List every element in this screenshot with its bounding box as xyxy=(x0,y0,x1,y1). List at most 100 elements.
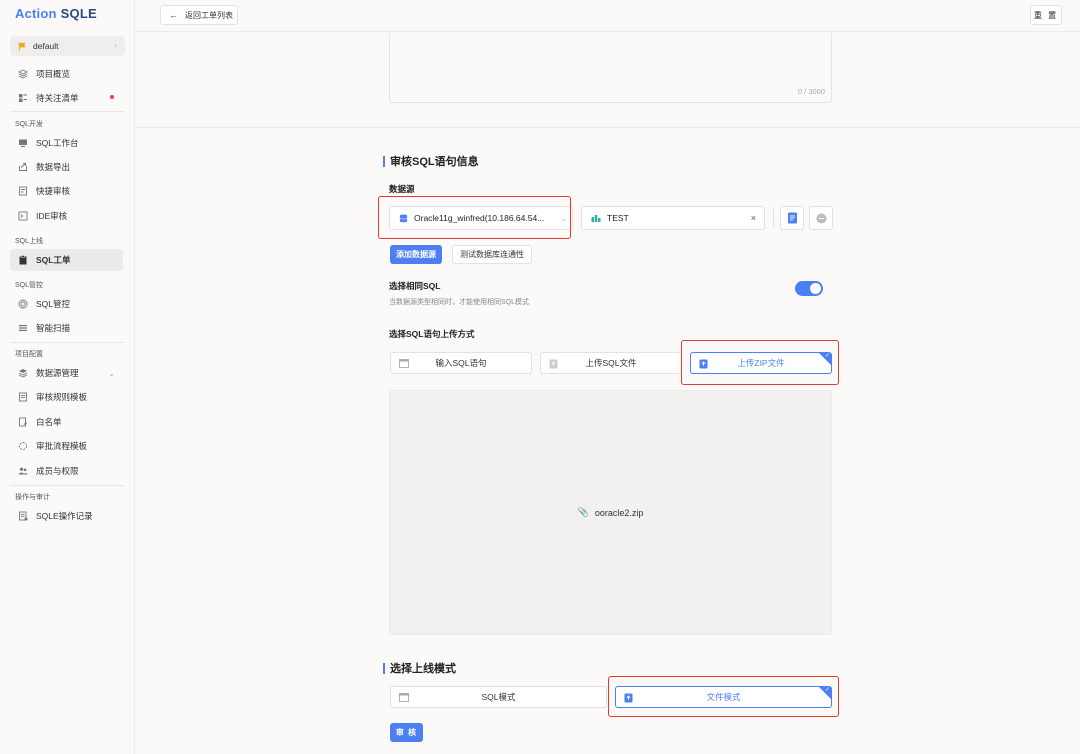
section-label-ops-audit: 操作与审计 xyxy=(15,494,50,501)
target-icon xyxy=(18,299,28,309)
sidebar-item-operation-log[interactable]: SQLE操作记录 xyxy=(10,505,123,527)
file-upload-dropzone[interactable]: 📎 ooracle2.zip xyxy=(389,390,832,635)
upload-method-input-sql[interactable]: 输入SQL语句 xyxy=(390,352,532,374)
mode-section-title-text: 选择上线模式 xyxy=(390,663,456,675)
upload-method-label-text: 上传SQL文件 xyxy=(585,358,637,368)
sidebar-item-sql-workbench[interactable]: SQL工作台 xyxy=(10,132,123,154)
sidebar-item-overview[interactable]: 项目概览 xyxy=(10,63,123,85)
test-connectivity-button[interactable]: 测试数据库连通性 xyxy=(452,245,532,264)
mode-sql[interactable]: SQL模式 xyxy=(390,686,607,708)
datasource-label: 数据源 xyxy=(389,184,415,194)
project-selector[interactable]: default › xyxy=(10,36,125,56)
arrow-left-icon: ← xyxy=(169,10,178,20)
sidebar-item-rule-templates[interactable]: 审核规则模板 xyxy=(10,386,123,408)
quick-audit-icon xyxy=(18,186,28,196)
schema-value: TEST xyxy=(607,213,629,223)
top-bar: ← 返回工单列表 重 置 xyxy=(136,0,1080,32)
remove-datasource-button[interactable] xyxy=(809,206,833,230)
sidebar-item-sql-ticket[interactable]: SQL工单 xyxy=(10,249,123,271)
uploaded-file-name[interactable]: ooracle2.zip xyxy=(595,508,644,518)
sidebar-item-label: 白名单 xyxy=(36,417,62,427)
description-textarea[interactable]: 0 / 3000 xyxy=(389,33,832,103)
check-icon: ✓ xyxy=(824,687,830,693)
back-to-ticket-list-button[interactable]: ← 返回工单列表 xyxy=(160,5,238,25)
file-upload-icon xyxy=(549,359,558,369)
upload-method-sql-file[interactable]: 上传SQL文件 xyxy=(540,352,682,374)
sidebar-item-label: 数据源管理 xyxy=(36,368,79,378)
input-icon xyxy=(399,359,409,368)
members-icon xyxy=(18,466,28,476)
sidebar-divider xyxy=(10,342,125,343)
export-icon xyxy=(18,162,28,172)
notification-dot xyxy=(110,95,114,99)
flow-icon xyxy=(18,441,28,451)
sidebar-item-data-export[interactable]: 数据导出 xyxy=(10,156,123,178)
section-divider xyxy=(136,127,1080,128)
title-accent-bar xyxy=(383,662,385,674)
monitor-icon xyxy=(18,138,28,148)
sidebar-item-label: 待关注清单 xyxy=(36,93,79,103)
section-label-sql-dev: SQL开发 xyxy=(15,121,44,128)
minus-circle-icon xyxy=(816,213,826,223)
logo-text-action: Action xyxy=(15,6,57,21)
audit-section-title-text: 审核SQL语句信息 xyxy=(390,156,479,168)
sidebar-item-label: 项目概览 xyxy=(36,69,71,79)
app-logo[interactable]: Action SQLE xyxy=(15,6,97,21)
flag-icon xyxy=(18,41,26,51)
datasource-select[interactable]: Oracle11g_winfred(10.186.64.54... ⌄ xyxy=(389,206,573,230)
clear-icon[interactable]: × xyxy=(751,213,756,223)
sidebar-item-datasource-management[interactable]: 数据源管理 ⌄ xyxy=(10,362,123,384)
zip-upload-icon xyxy=(699,359,708,369)
reset-button[interactable]: 重 置 xyxy=(1030,5,1062,25)
chevron-down-icon: ⌄ xyxy=(560,213,567,223)
sidebar-divider xyxy=(10,111,125,112)
section-label-sql-control: SQL管控 xyxy=(15,282,44,289)
log-icon xyxy=(18,511,28,521)
paperclip-icon: 📎 xyxy=(577,507,589,517)
sidebar-item-approval-flow[interactable]: 审批流程模板 xyxy=(10,435,123,457)
schema-select[interactable]: TEST × xyxy=(581,206,765,230)
section-label-project-config: 项目配置 xyxy=(15,351,43,358)
sidebar-item-quick-audit[interactable]: 快捷审核 xyxy=(10,180,123,202)
sidebar-item-label: 数据导出 xyxy=(36,162,71,172)
layers-icon xyxy=(18,69,28,79)
mode-label-text: 文件模式 xyxy=(706,692,741,702)
ide-icon xyxy=(18,211,28,221)
sidebar-item-ide-audit[interactable]: IDE审核 xyxy=(10,205,123,227)
sidebar: Action SQLE default › 项目概览 待关注清单 SQL开发 SQ… xyxy=(0,0,135,754)
datasource-value: Oracle11g_winfred(10.186.64.54... xyxy=(414,213,545,223)
sidebar-item-watchlist[interactable]: 待关注清单 xyxy=(10,87,123,109)
sidebar-item-label: SQL工作台 xyxy=(36,138,79,148)
document-icon xyxy=(787,212,797,224)
scan-icon xyxy=(18,323,28,333)
upload-method-label-text: 上传ZIP文件 xyxy=(737,358,785,368)
sidebar-item-label: SQLE操作记录 xyxy=(36,511,93,521)
same-sql-label: 选择相同SQL xyxy=(389,281,441,291)
upload-method-label-text: 输入SQL语句 xyxy=(435,358,487,368)
title-accent-bar xyxy=(383,155,385,167)
sidebar-item-members[interactable]: 成员与权限 xyxy=(10,460,123,482)
audit-section-title: 审核SQL语句信息 xyxy=(383,153,479,169)
back-button-label: 返回工单列表 xyxy=(185,10,233,20)
same-sql-hint: 当数据源类型相同时，才能使用相同SQL模式 xyxy=(389,299,530,306)
section-label-sql-online: SQL上线 xyxy=(15,238,44,245)
same-sql-toggle[interactable] xyxy=(795,281,823,296)
rules-icon xyxy=(18,392,28,402)
database-icon xyxy=(399,213,408,223)
mode-file[interactable]: 文件模式 ✓ xyxy=(615,686,832,708)
upload-method-label: 选择SQL语句上传方式 xyxy=(389,329,475,339)
upload-method-zip-file[interactable]: 上传ZIP文件 ✓ xyxy=(690,352,832,374)
sidebar-item-label: 成员与权限 xyxy=(36,466,79,476)
sidebar-item-sql-control[interactable]: SQL管控 xyxy=(10,293,123,315)
char-count: 0 / 3000 xyxy=(797,87,825,96)
project-name: default xyxy=(33,41,59,51)
sidebar-item-smart-scan[interactable]: 智能扫描 xyxy=(10,317,123,339)
submit-audit-button[interactable]: 审 核 xyxy=(390,723,423,742)
vertical-divider xyxy=(773,209,774,227)
file-mode-icon xyxy=(624,693,633,703)
document-button[interactable] xyxy=(780,206,804,230)
add-datasource-button[interactable]: 添加数据源 xyxy=(390,245,442,264)
sidebar-item-whitelist[interactable]: 白名单 xyxy=(10,411,123,433)
sidebar-item-label: SQL管控 xyxy=(36,299,71,309)
sidebar-item-label: SQL工单 xyxy=(36,255,71,265)
